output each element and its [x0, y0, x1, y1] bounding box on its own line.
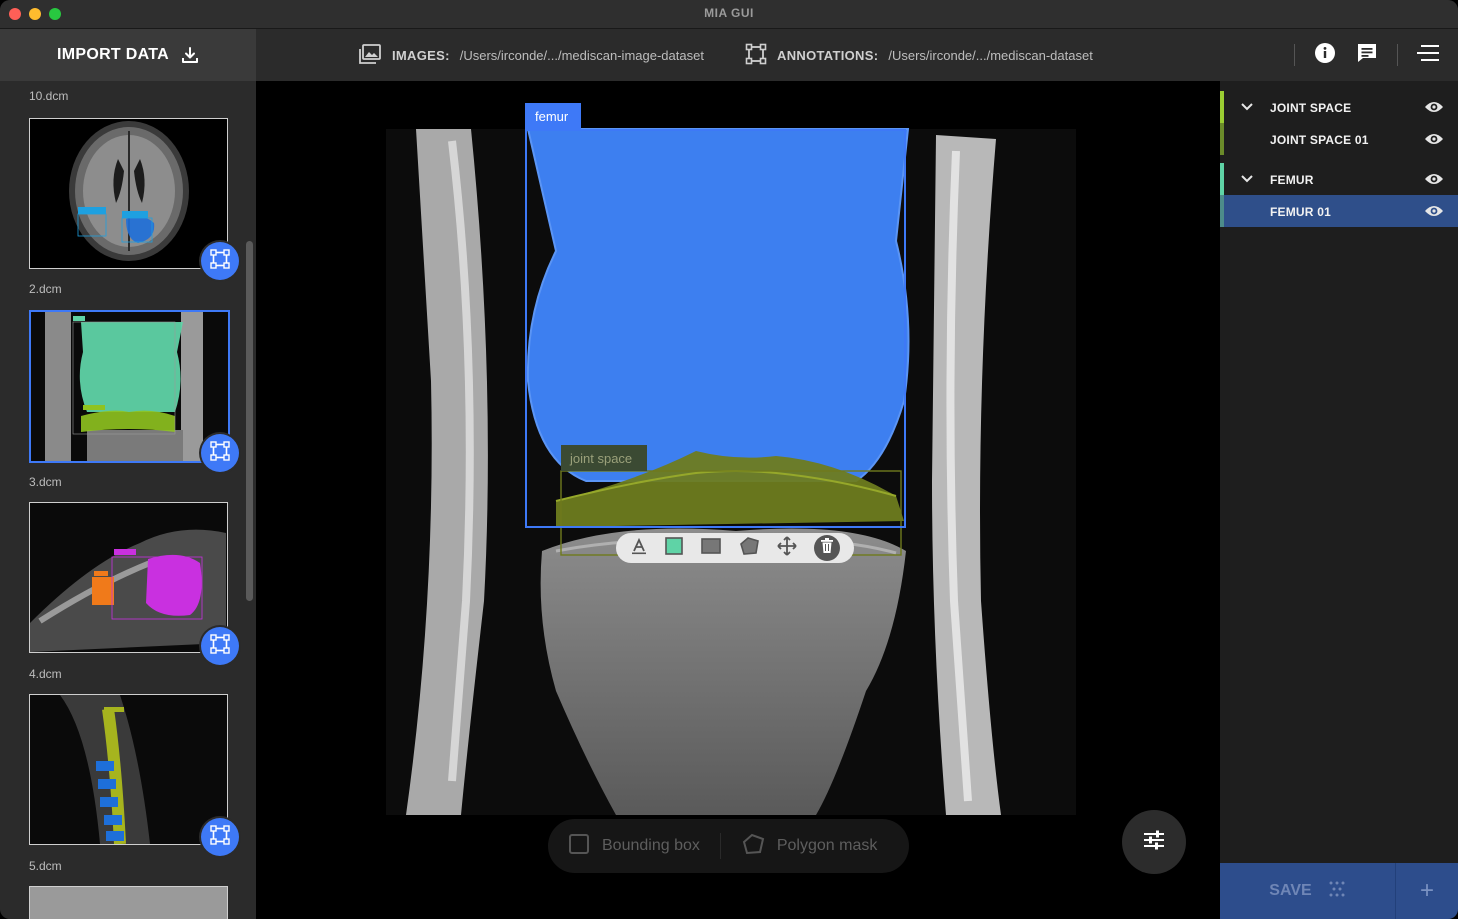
annotation-item-label: FEMUR 01 [1270, 205, 1331, 219]
info-icon [1314, 42, 1336, 69]
foot-scan-image [30, 503, 227, 652]
dots-icon [1328, 880, 1346, 903]
thumbnail-annotation-badge[interactable] [201, 627, 239, 665]
bounding-box-mode-button[interactable]: Bounding box [548, 819, 720, 873]
label-icon[interactable] [630, 537, 648, 560]
thumbnail-2-selected[interactable] [29, 310, 230, 463]
images-path-group[interactable]: IMAGES: /Users/irconde/.../mediscan-imag… [358, 29, 704, 81]
bounding-box-icon [210, 248, 230, 274]
category-color-bar [1220, 163, 1224, 195]
bounding-box-icon [745, 43, 767, 68]
import-data-button[interactable]: IMPORT DATA [0, 29, 256, 81]
polygon-mask-mode-label: Polygon mask [776, 837, 878, 854]
menu-icon [1417, 44, 1439, 67]
joint-space-bbox-label[interactable]: joint space [570, 451, 632, 466]
app-window: MIA GUI IMPORT DATA IMAGES: /Users/ircon… [0, 0, 1458, 919]
save-label: SAVE [1269, 882, 1312, 899]
image-viewer[interactable]: femur joint space Bounding box Polygon m… [256, 81, 1220, 919]
annotations-path-group[interactable]: ANNOTATIONS: /Users/irconde/.../mediscan… [745, 29, 1093, 81]
annotation-edit-toolbar [616, 533, 854, 563]
polygon-outline-icon [741, 833, 765, 860]
sliders-icon [1143, 830, 1165, 855]
annotations-label: ANNOTATIONS: [777, 47, 879, 63]
thumbnail-filename: 2.dcm [29, 282, 62, 296]
images-path: /Users/irconde/.../mediscan-image-datase… [459, 47, 704, 63]
category-color-bar [1220, 91, 1224, 123]
item-color-bar [1220, 195, 1224, 227]
thumbnail-filename: 5.dcm [29, 859, 62, 873]
bounding-box-icon [210, 440, 230, 466]
knee-scan-image [31, 312, 228, 461]
title-bar: MIA GUI [0, 0, 1458, 29]
eye-icon[interactable] [1424, 172, 1444, 189]
thumbnail-3[interactable] [29, 502, 228, 653]
annotation-category-joint-space[interactable]: JOINT SPACE [1220, 91, 1458, 123]
save-button[interactable]: SAVE [1220, 863, 1395, 919]
chevron-down-icon[interactable] [1240, 172, 1254, 189]
info-button[interactable] [1305, 35, 1345, 75]
femur-bbox-label[interactable]: femur [535, 109, 568, 124]
delete-annotation-button[interactable] [814, 535, 840, 561]
menu-button[interactable] [1408, 35, 1448, 75]
bounding-box-mode-label: Bounding box [602, 837, 700, 854]
thumbnail-4[interactable] [29, 694, 228, 845]
toolbar-actions [1284, 29, 1458, 81]
brain-scan-image [30, 119, 227, 268]
annotation-category-femur[interactable]: FEMUR [1220, 163, 1458, 195]
eye-icon[interactable] [1424, 132, 1444, 149]
import-data-label: IMPORT DATA [56, 46, 170, 63]
item-color-bar [1220, 123, 1224, 155]
bounding-box-icon [210, 824, 230, 850]
thumbnail-annotation-badge[interactable] [201, 434, 239, 472]
polygon-icon[interactable] [738, 536, 760, 561]
annotation-mode-bar: Bounding box Polygon mask [548, 819, 909, 873]
annotations-path: /Users/irconde/.../mediscan-dataset [888, 47, 1093, 63]
rectangle-icon[interactable] [700, 537, 722, 560]
thumbnail-10[interactable] [29, 118, 228, 269]
knee-mri-image [386, 103, 1076, 815]
window-title: MIA GUI [704, 6, 754, 20]
plus-icon: + [1419, 877, 1434, 904]
annotations-panel: JOINT SPACE JOINT SPACE 01 FEMUR FEMUR 0… [1220, 81, 1458, 919]
fill-icon[interactable] [664, 536, 684, 561]
add-annotation-button[interactable]: + [1396, 863, 1458, 919]
download-icon [181, 46, 199, 64]
bounding-box-icon [210, 633, 230, 659]
thumbnail-sidebar[interactable]: 10.dcm 2.dcm 3.dcm 4.dcm 5.dcm [0, 81, 256, 919]
comment-icon [1356, 42, 1378, 69]
thumbnail-annotation-badge[interactable] [201, 818, 239, 856]
top-toolbar: IMPORT DATA IMAGES: /Users/irconde/.../m… [0, 29, 1458, 81]
trash-icon [820, 537, 834, 559]
thumbnail-annotation-badge[interactable] [201, 242, 239, 280]
image-settings-button[interactable] [1122, 810, 1186, 874]
annotation-item-joint-space-01[interactable]: JOINT SPACE 01 [1220, 123, 1458, 155]
eye-icon[interactable] [1424, 204, 1444, 221]
chevron-down-icon[interactable] [1240, 100, 1254, 117]
images-label: IMAGES: [392, 47, 450, 63]
annotation-item-femur-01[interactable]: FEMUR 01 [1220, 195, 1458, 227]
annotation-category-label: FEMUR [1270, 173, 1314, 187]
move-icon[interactable] [776, 535, 798, 562]
eye-icon[interactable] [1424, 100, 1444, 117]
polygon-mask-mode-button[interactable]: Polygon mask [721, 819, 898, 873]
annotation-item-label: JOINT SPACE 01 [1270, 133, 1369, 147]
thumbnail-filename: 3.dcm [29, 475, 62, 489]
thumbnail-filename: 10.dcm [29, 89, 69, 103]
comments-button[interactable] [1347, 35, 1387, 75]
save-bar: SAVE + [1220, 863, 1458, 919]
spine-scan-image [30, 695, 227, 844]
toolbar-separator [1397, 44, 1398, 66]
square-outline-icon [568, 833, 590, 860]
images-icon [358, 43, 382, 68]
annotation-category-label: JOINT SPACE [1270, 101, 1352, 115]
thumbnail-filename: 4.dcm [29, 667, 62, 681]
sidebar-scrollbar[interactable] [246, 241, 253, 601]
thumbnail-5[interactable] [29, 886, 228, 919]
toolbar-separator [1294, 44, 1295, 66]
